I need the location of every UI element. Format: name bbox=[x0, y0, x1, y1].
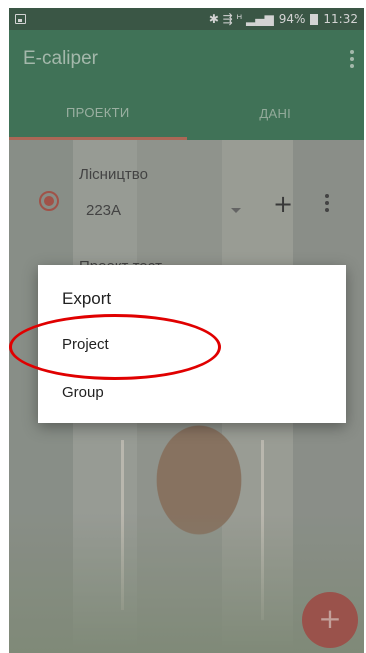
dialog-title: Export bbox=[62, 289, 112, 308]
export-group-option[interactable]: Group bbox=[62, 384, 104, 401]
phone-screen: ✱ ⇶ ᴴ ▂▄▆ 94% 11:32 E-caliper ПРОЕКТИ ДА… bbox=[9, 8, 364, 653]
red-annotation-ellipse bbox=[9, 314, 221, 380]
